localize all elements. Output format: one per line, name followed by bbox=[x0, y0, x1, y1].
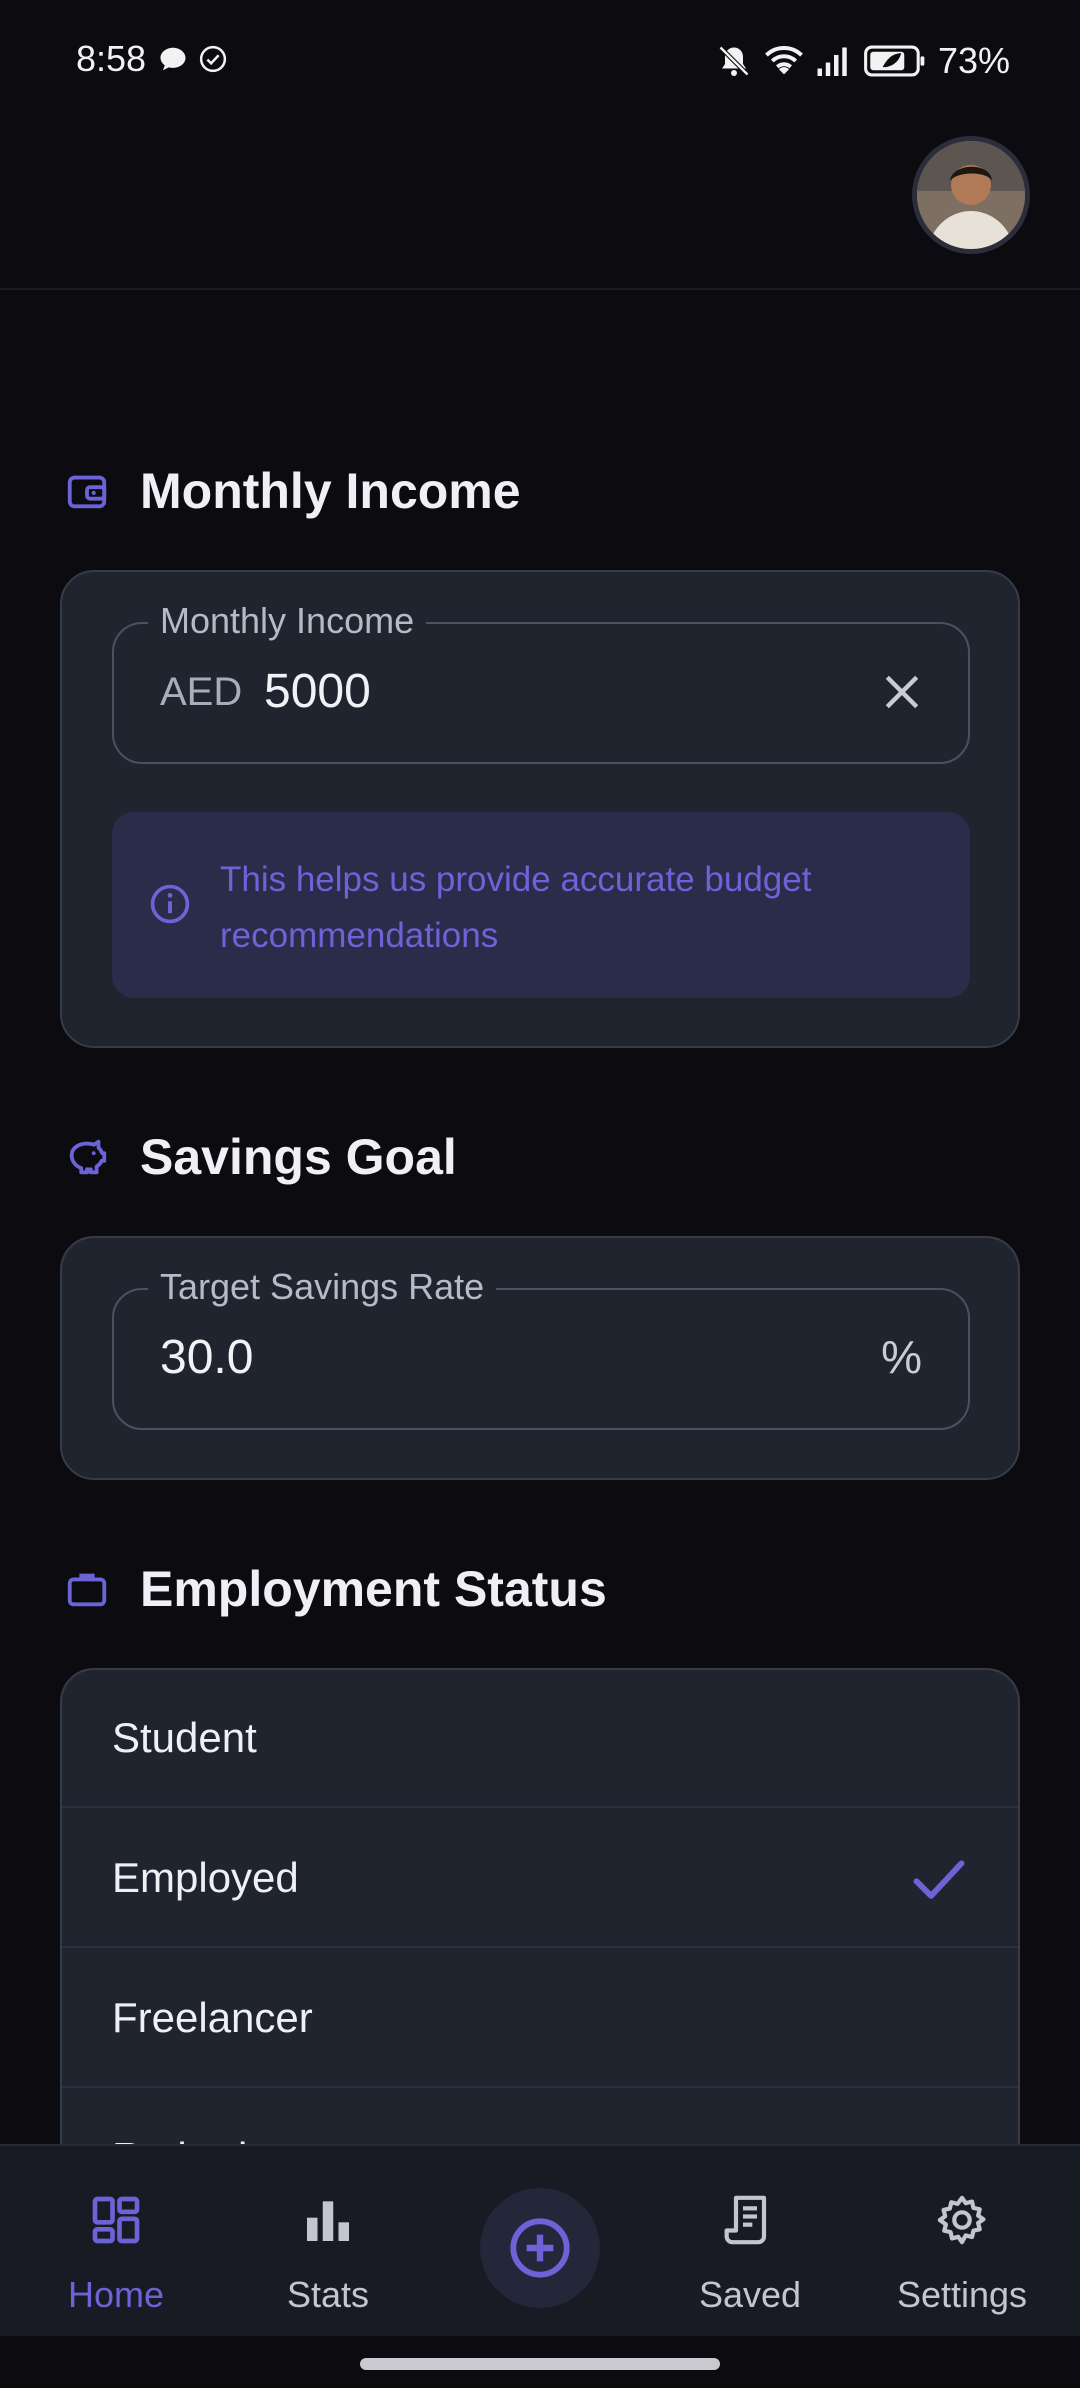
clear-icon[interactable] bbox=[880, 670, 924, 714]
mute-bell-icon bbox=[718, 45, 750, 77]
nav-settings-label: Settings bbox=[896, 2274, 1028, 2315]
target-savings-label: Target Savings Rate bbox=[148, 1266, 497, 1308]
wallet-icon bbox=[67, 475, 107, 509]
savings-card: Target Savings Rate 30.0 % bbox=[60, 1236, 1020, 1480]
employment-options-list: Student Employed Freelancer Retired bbox=[60, 1668, 1020, 2188]
avatar[interactable] bbox=[912, 136, 1030, 254]
bottom-navigation: Home Stats Saved Settings bbox=[0, 2144, 1080, 2336]
briefcase-icon bbox=[67, 1573, 107, 1607]
currency-prefix: AED bbox=[160, 670, 243, 714]
bar-chart-icon bbox=[307, 2201, 349, 2241]
option-student[interactable]: Student bbox=[62, 1670, 1018, 1808]
income-section-header: Monthly Income bbox=[64, 462, 521, 520]
option-employed[interactable]: Employed bbox=[62, 1810, 1018, 1948]
check-icon bbox=[913, 1860, 965, 1899]
info-text: This helps us provide accurate budget re… bbox=[220, 860, 812, 955]
income-card: Monthly Income AED 5000 This helps us pr… bbox=[60, 570, 1020, 1048]
monthly-income-field[interactable]: Monthly Income AED 5000 bbox=[112, 600, 970, 764]
status-bar: 8:58 73% bbox=[0, 0, 1080, 120]
employment-section-header: Employment Status bbox=[64, 1560, 607, 1618]
nav-home-label: Home bbox=[67, 2274, 165, 2315]
option-label: Employed bbox=[112, 1854, 299, 1901]
wifi-icon bbox=[765, 46, 803, 75]
info-icon bbox=[150, 884, 190, 924]
status-left-icons bbox=[158, 44, 228, 74]
target-savings-field[interactable]: Target Savings Rate 30.0 % bbox=[112, 1266, 970, 1430]
savings-section-header: Savings Goal bbox=[64, 1128, 457, 1186]
battery-percentage: 73% bbox=[937, 40, 1010, 81]
nav-saved[interactable]: Saved bbox=[660, 2146, 840, 2338]
income-section-title: Monthly Income bbox=[140, 463, 521, 519]
signal-icon bbox=[817, 47, 847, 76]
receipt-icon bbox=[724, 2195, 767, 2245]
dashboard-icon bbox=[92, 2196, 140, 2244]
nav-home[interactable]: Home bbox=[26, 2146, 206, 2338]
monthly-income-value[interactable]: 5000 bbox=[264, 664, 371, 719]
gear-icon bbox=[937, 2195, 986, 2245]
target-savings-value[interactable]: 30.0 bbox=[160, 1330, 253, 1385]
avatar-photo-icon bbox=[917, 141, 1025, 249]
percent-suffix: % bbox=[881, 1331, 922, 1383]
nav-settings[interactable]: Settings bbox=[872, 2146, 1052, 2338]
savings-section-title: Savings Goal bbox=[140, 1129, 457, 1185]
piggy-bank-icon bbox=[69, 1139, 107, 1175]
gesture-handle[interactable] bbox=[360, 2358, 720, 2370]
app-header bbox=[0, 120, 1080, 290]
monthly-income-label: Monthly Income bbox=[148, 600, 427, 642]
nav-stats-label: Stats bbox=[286, 2274, 370, 2315]
option-label: Student bbox=[112, 1714, 257, 1761]
battery-icon bbox=[864, 45, 925, 77]
status-time: 8:58 bbox=[76, 38, 147, 79]
check-circle-icon bbox=[199, 45, 227, 73]
status-right-icons: 73% bbox=[716, 40, 1010, 82]
option-freelancer[interactable]: Freelancer bbox=[62, 1950, 1018, 2088]
info-banner: This helps us provide accurate budget re… bbox=[112, 812, 970, 998]
plus-circle-icon bbox=[510, 2218, 570, 2278]
add-button[interactable] bbox=[480, 2188, 600, 2308]
nav-stats[interactable]: Stats bbox=[238, 2146, 418, 2338]
nav-saved-label: Saved bbox=[698, 2274, 802, 2315]
employment-section-title: Employment Status bbox=[140, 1561, 607, 1617]
chat-icon bbox=[160, 47, 186, 71]
option-label: Freelancer bbox=[112, 1994, 313, 2041]
